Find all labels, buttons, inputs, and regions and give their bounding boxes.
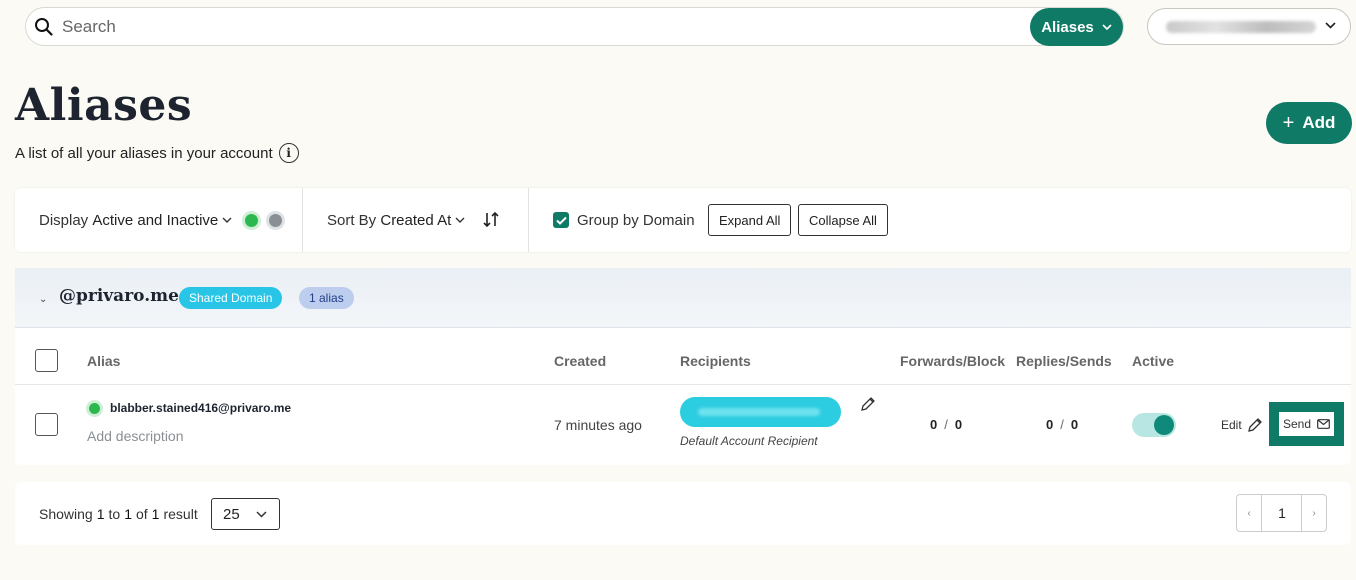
search-input[interactable] bbox=[62, 16, 962, 38]
alias-description-input[interactable]: Add description bbox=[87, 428, 184, 444]
pagination-footer: Showing 1 to 1 of 1 result 25 ‹ 1 › bbox=[15, 482, 1351, 545]
results-result-word: result bbox=[163, 506, 198, 522]
pencil-icon bbox=[1247, 418, 1262, 432]
sort-filter[interactable]: Sort By Created At bbox=[327, 188, 465, 252]
send-label: Send bbox=[1282, 417, 1312, 431]
check-icon bbox=[555, 216, 567, 225]
recipient-note: Default Account Recipient bbox=[680, 434, 818, 448]
envelope-icon bbox=[1317, 419, 1330, 429]
active-toggle-knob bbox=[1154, 415, 1174, 435]
replies-count: 0 bbox=[1046, 417, 1054, 432]
filter-bar: Display Active and Inactive Sort By Crea… bbox=[15, 188, 1351, 252]
page-subtitle: A list of all your aliases in your accou… bbox=[15, 143, 299, 163]
results-total: 1 bbox=[151, 506, 160, 522]
alias-count-badge: 1 alias bbox=[299, 287, 354, 309]
send-button-highlight: Send bbox=[1269, 402, 1344, 446]
results-of-word: of bbox=[135, 506, 148, 522]
sort-direction-icon[interactable] bbox=[483, 211, 499, 228]
filter-divider bbox=[302, 188, 303, 252]
aliases-table: Alias Created Recipients Forwards/Blocks… bbox=[15, 328, 1351, 465]
results-to-word: to bbox=[108, 506, 121, 522]
sort-value: Created At bbox=[380, 211, 452, 229]
plus-icon: + bbox=[1282, 111, 1295, 134]
account-email-redacted bbox=[1166, 20, 1316, 33]
chevron-down-icon bbox=[1325, 22, 1336, 29]
column-header-active[interactable]: Active bbox=[1132, 353, 1174, 369]
recipient-pill[interactable] bbox=[680, 397, 841, 427]
search-icon bbox=[35, 18, 53, 36]
shared-domain-badge: Shared Domain bbox=[179, 287, 283, 309]
forwards-count: 0 bbox=[930, 417, 938, 432]
search-scope-dropdown[interactable]: Aliases bbox=[1030, 8, 1123, 46]
recipient-email-redacted bbox=[698, 408, 820, 416]
column-header-created[interactable]: Created bbox=[554, 353, 606, 369]
display-filter-prefix: Display bbox=[39, 211, 89, 229]
pencil-icon[interactable] bbox=[860, 396, 876, 412]
row-select-checkbox[interactable] bbox=[35, 413, 58, 436]
collapse-all-button[interactable]: Collapse All bbox=[798, 204, 888, 236]
per-page-select[interactable]: 25 bbox=[211, 498, 280, 530]
header-divider bbox=[15, 384, 1351, 385]
sends-count: 0 bbox=[1070, 417, 1079, 432]
edit-alias-link[interactable]: Edit bbox=[1221, 417, 1263, 433]
results-from: 1 bbox=[96, 506, 105, 522]
account-menu[interactable] bbox=[1147, 8, 1351, 45]
alias-created-time: 7 minutes ago bbox=[554, 417, 642, 433]
column-header-forwards-blocks[interactable]: Forwards/Blocks bbox=[900, 353, 1005, 369]
column-header-recipients: Recipients bbox=[680, 353, 751, 369]
replies-sends-count: 0 / 0 bbox=[1046, 417, 1078, 432]
chevron-down-icon bbox=[455, 217, 465, 223]
collapse-caret-icon[interactable]: ⌄ bbox=[39, 294, 47, 305]
alias-email[interactable]: blabber.stained416@privaro.me bbox=[110, 401, 291, 415]
inactive-status-dot bbox=[269, 213, 283, 227]
group-by-domain-label: Group by Domain bbox=[577, 211, 695, 229]
results-showing: Showing bbox=[39, 506, 93, 522]
results-summary: Showing 1 to 1 of 1 result bbox=[39, 506, 198, 522]
group-by-domain-toggle[interactable]: Group by Domain bbox=[553, 188, 695, 252]
page-subtitle-text: A list of all your aliases in your accou… bbox=[15, 144, 273, 162]
add-alias-button[interactable]: + Add bbox=[1266, 102, 1352, 144]
filter-divider bbox=[528, 188, 529, 252]
results-to: 1 bbox=[124, 506, 132, 522]
active-toggle[interactable] bbox=[1132, 413, 1176, 437]
add-alias-label: Add bbox=[1302, 113, 1336, 132]
count-separator: / bbox=[1060, 417, 1064, 432]
alias-active-dot bbox=[89, 403, 100, 414]
column-header-replies-sends[interactable]: Replies/Sends bbox=[1016, 353, 1112, 369]
sort-prefix: Sort By bbox=[327, 211, 377, 229]
display-filter-value: Active and Inactive bbox=[92, 211, 219, 229]
page-title: Aliases bbox=[15, 80, 193, 131]
column-header-alias[interactable]: Alias bbox=[87, 353, 120, 369]
send-button[interactable]: Send bbox=[1279, 412, 1334, 436]
forwards-blocks-count: 0 / 0 bbox=[930, 417, 962, 432]
count-separator: / bbox=[944, 417, 948, 432]
chevron-down-icon bbox=[256, 511, 267, 518]
display-filter[interactable]: Display Active and Inactive bbox=[39, 188, 283, 252]
chevron-down-icon bbox=[1102, 24, 1112, 30]
info-icon[interactable]: i bbox=[278, 143, 299, 163]
page-1-button[interactable]: 1 bbox=[1262, 494, 1302, 532]
domain-group-header[interactable]: ⌄ @privaro.me Shared Domain 1 alias bbox=[15, 268, 1351, 328]
select-all-checkbox[interactable] bbox=[35, 349, 58, 372]
group-by-domain-checkbox[interactable] bbox=[553, 212, 569, 228]
per-page-value: 25 bbox=[223, 505, 240, 523]
search-scope-label: Aliases bbox=[1041, 18, 1094, 36]
next-page-button[interactable]: › bbox=[1301, 494, 1327, 532]
domain-name: @privaro.me bbox=[59, 286, 179, 306]
search-bar[interactable]: Aliases bbox=[25, 7, 1124, 46]
active-status-dot bbox=[245, 213, 259, 227]
blocks-count: 0 bbox=[954, 417, 963, 432]
prev-page-button[interactable]: ‹ bbox=[1236, 494, 1262, 532]
expand-all-button[interactable]: Expand All bbox=[708, 204, 792, 236]
chevron-down-icon bbox=[222, 217, 232, 223]
edit-alias-label: Edit bbox=[1221, 418, 1242, 432]
